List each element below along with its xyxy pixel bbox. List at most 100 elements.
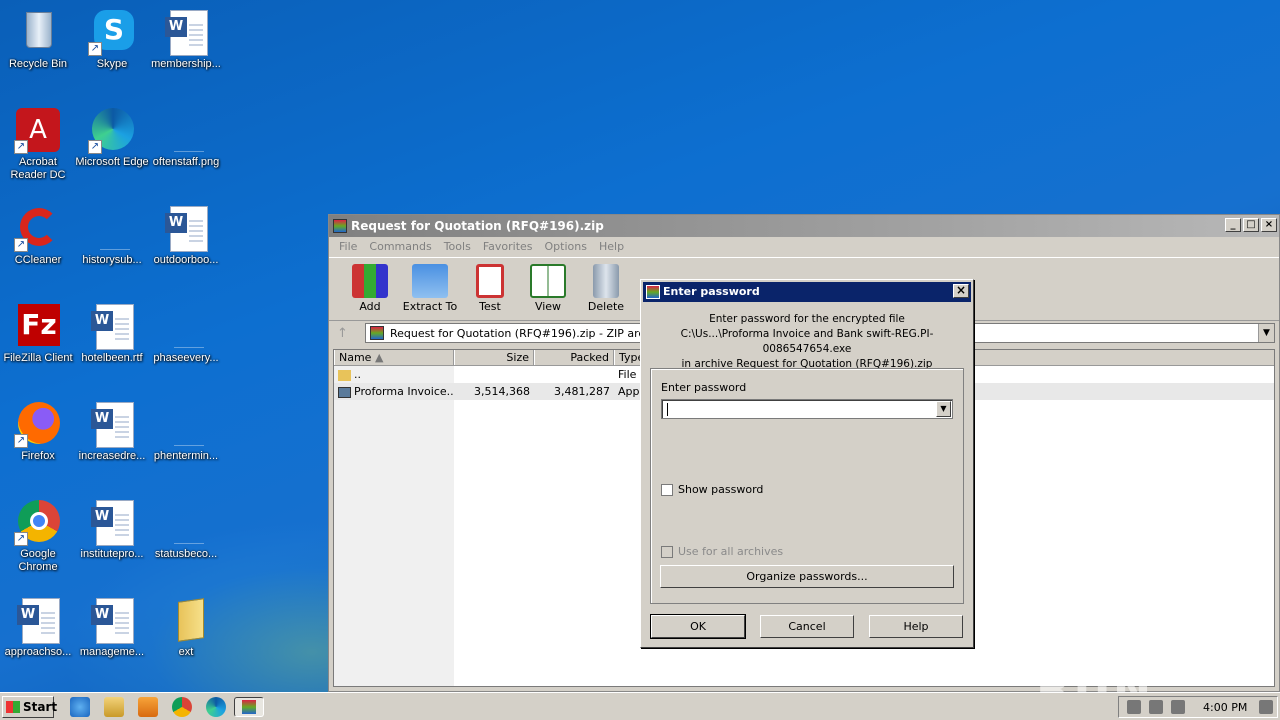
desktop-icon-institutepro[interactable]: W institutepro... [74,494,150,584]
chrome-taskbar-icon[interactable] [172,697,192,717]
winrar-icon [646,285,660,299]
dialog-titlebar[interactable]: Enter password × [643,282,971,302]
use-for-all-archives-checkbox: Use for all archives [661,545,783,558]
desktop-icon-recycle-bin[interactable]: Recycle Bin [0,4,76,94]
column-packed[interactable]: Packed [534,350,614,365]
word-document-icon: W [88,400,136,448]
address-text: Request for Quotation (RFQ#196).zip - ZI… [390,326,652,340]
acrobat-icon: A ↗ [14,106,62,154]
menu-commands[interactable]: Commands [363,237,437,257]
media-player-icon[interactable] [138,697,158,717]
ok-button[interactable]: OK [650,614,746,639]
folder-extract-icon [412,264,448,298]
desktop-icon-skype[interactable]: S ↗ Skype [74,4,150,94]
desktop-icon-phentermin[interactable]: phentermin... [148,396,224,486]
show-desktop-icon[interactable] [1259,700,1273,714]
menu-tools[interactable]: Tools [438,237,477,257]
column-size[interactable]: Size [454,350,534,365]
flag-icon[interactable] [1127,700,1141,714]
desktop-icon-ext[interactable]: ext [148,592,224,682]
word-document-icon: W [88,302,136,350]
desktop-icon-increasedre[interactable]: W increasedre... [74,396,150,486]
delete-button[interactable]: Delete [577,258,635,320]
column-name[interactable]: Name ▲ [334,350,454,365]
desktop-icon-filezilla[interactable]: Fz FileZilla Client [0,298,76,388]
book-view-icon [530,264,566,298]
clock[interactable]: 4:00 PM [1203,701,1247,714]
taskbar: Start 4:00 PM [0,692,1280,720]
desktop-icon-manageme[interactable]: W manageme... [74,592,150,682]
folder-up-icon [338,369,351,381]
add-button[interactable]: Add [341,258,399,320]
firefox-icon: ↗ [14,400,62,448]
winrar-icon [242,700,256,714]
file-icon [88,204,136,252]
checkbox-box[interactable] [661,483,673,496]
minimize-button[interactable]: _ [1225,218,1241,232]
explorer-icon[interactable] [104,697,124,717]
test-button[interactable]: Test [461,258,519,320]
menu-favorites[interactable]: Favorites [477,237,539,257]
word-document-icon: W [162,8,210,56]
folder-icon [162,596,210,644]
desktop-icon-outdoorboo[interactable]: W outdoorboo... [148,200,224,290]
dialog-message: Enter password for the encrypted file C:… [680,313,934,370]
view-button[interactable]: View [519,258,577,320]
edge-taskbar-icon[interactable] [206,697,226,717]
help-button[interactable]: Help [869,615,963,638]
volume-icon[interactable] [1171,700,1185,714]
password-label: Enter password [661,381,747,394]
desktop-icon-chrome[interactable]: ↗ Google Chrome [0,494,76,584]
menu-bar: File Commands Tools Favorites Options He… [329,237,1279,257]
menu-help[interactable]: Help [593,237,630,257]
word-document-icon: W [162,204,210,252]
word-document-icon: W [88,498,136,546]
desktop-icon-edge[interactable]: ↗ Microsoft Edge [74,102,150,192]
desktop-icon-hotelbeen[interactable]: W hotelbeen.rtf [74,298,150,388]
show-password-checkbox[interactable]: Show password [661,483,763,496]
desktop-icon-statusbeco[interactable]: statusbeco... [148,494,224,584]
password-input[interactable]: ▼ [661,399,953,419]
name-column-background [334,366,454,686]
dialog-title: Enter password [663,285,760,298]
close-icon[interactable]: × [953,284,969,298]
add-archive-icon [352,264,388,298]
desktop-icon-historysub[interactable]: historysub... [74,200,150,290]
desktop-icon-oftenstaff[interactable]: oftenstaff.png [148,102,224,192]
file-icon [162,400,210,448]
desktop-icon-ccleaner[interactable]: ↗ CCleaner [0,200,76,290]
desktop-icon-firefox[interactable]: ↗ Firefox [0,396,76,486]
menu-options[interactable]: Options [539,237,593,257]
close-button[interactable]: × [1261,218,1277,232]
network-icon[interactable] [1149,700,1163,714]
desktop-icon-phaseevery[interactable]: phaseevery... [148,298,224,388]
exe-file-icon [338,386,351,398]
menu-file[interactable]: File [333,237,363,257]
trash-delete-icon [593,264,619,298]
maximize-button[interactable]: □ [1243,218,1259,232]
chevron-down-icon[interactable]: ▼ [936,401,951,417]
enter-password-dialog: Enter password × Enter password for the … [640,279,974,648]
system-tray: 4:00 PM [1118,696,1278,718]
winrar-taskbar-button[interactable] [234,697,264,717]
ie-icon[interactable] [70,697,90,717]
winrar-titlebar[interactable]: Request for Quotation (RFQ#196).zip _ □ … [329,215,1279,237]
file-icon [162,498,210,546]
edge-icon: ↗ [88,106,136,154]
start-button[interactable]: Start [2,696,57,718]
skype-icon: S ↗ [88,8,136,56]
chevron-down-icon[interactable]: ▼ [1258,324,1274,342]
cancel-button[interactable]: Cancel [760,615,854,638]
text-caret [667,403,668,416]
winrar-app-icon [333,219,347,233]
extract-to-button[interactable]: Extract To [399,258,461,320]
desktop-icon-acrobat[interactable]: A ↗ Acrobat Reader DC [0,102,76,192]
password-group: Enter password ▼ Show password Use for a… [650,368,964,604]
winrar-title: Request for Quotation (RFQ#196).zip [351,219,604,233]
up-arrow-icon[interactable]: ↑ [337,326,355,341]
ccleaner-icon: ↗ [14,204,62,252]
desktop-icon-approachso[interactable]: W approachso... [0,592,76,682]
windows-logo-icon [6,701,20,713]
organize-passwords-button[interactable]: Organize passwords... [660,565,954,588]
desktop-icon-membership[interactable]: W membership... [148,4,224,94]
